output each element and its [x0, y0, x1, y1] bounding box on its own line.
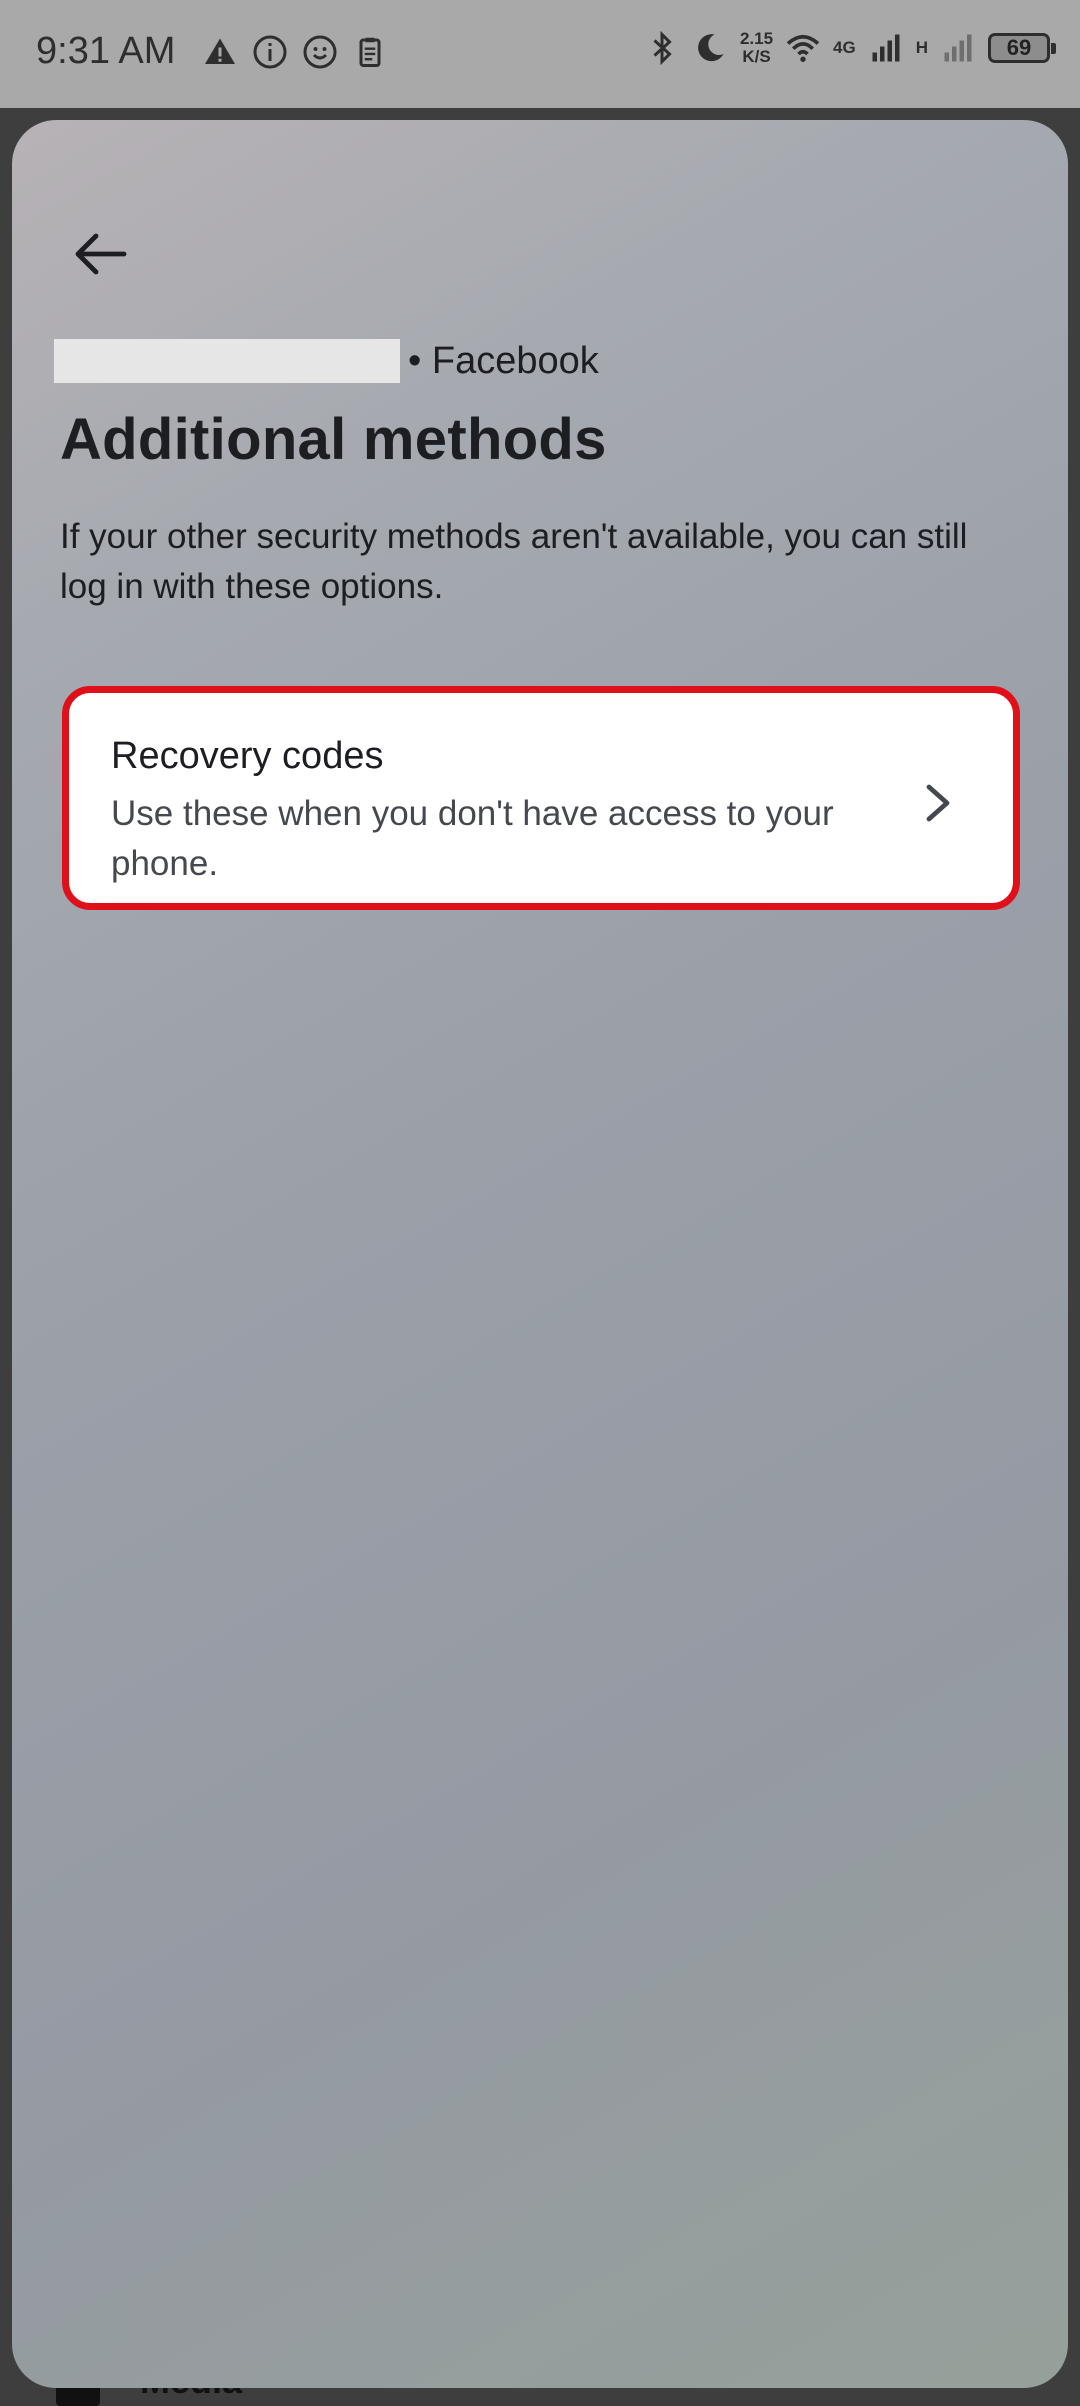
- additional-methods-sheet: • Facebook Additional methods If your ot…: [12, 120, 1068, 2388]
- recovery-codes-option[interactable]: Recovery codes Use these when you don't …: [62, 686, 1020, 910]
- moon-icon: [698, 34, 724, 62]
- back-arrow-icon: [75, 233, 127, 275]
- system-icons: 2.15 K/S 4G H 69: [644, 30, 1056, 66]
- page-description: If your other security methods aren't av…: [60, 517, 968, 606]
- bluetooth-icon: [653, 30, 672, 66]
- page-title: Additional methods: [60, 407, 607, 472]
- status-time: 9:31 AM: [36, 30, 176, 72]
- signal-icon: [872, 34, 900, 62]
- option-subtitle: Use these when you don't have access to …: [111, 794, 834, 883]
- status-bar: 9:31 AM 2.15 K/S 4G H 69: [0, 0, 1080, 108]
- speed-unit: K/S: [742, 47, 771, 66]
- battery-level: 69: [1006, 35, 1032, 60]
- network-type-4g: 4G: [833, 38, 856, 57]
- warning-icon: [205, 38, 235, 64]
- notification-icons: [202, 34, 388, 70]
- speed-value: 2.15: [739, 29, 774, 48]
- back-button[interactable]: [56, 210, 144, 298]
- signal-weak-icon: [944, 34, 972, 62]
- account-platform: • Facebook: [408, 339, 599, 382]
- info-icon: [253, 35, 287, 69]
- account-row: • Facebook: [54, 338, 599, 384]
- network-type-h: H: [915, 38, 928, 57]
- smiley-icon: [303, 35, 337, 69]
- redacted-account-name: [54, 339, 400, 383]
- wifi-icon: [786, 34, 820, 62]
- battery-icon: 69: [988, 33, 1056, 63]
- clipboard-icon: [359, 37, 381, 67]
- network-speed: 2.15 K/S: [740, 30, 773, 66]
- chevron-right-icon: [926, 784, 950, 822]
- option-title: Recovery codes: [111, 735, 384, 777]
